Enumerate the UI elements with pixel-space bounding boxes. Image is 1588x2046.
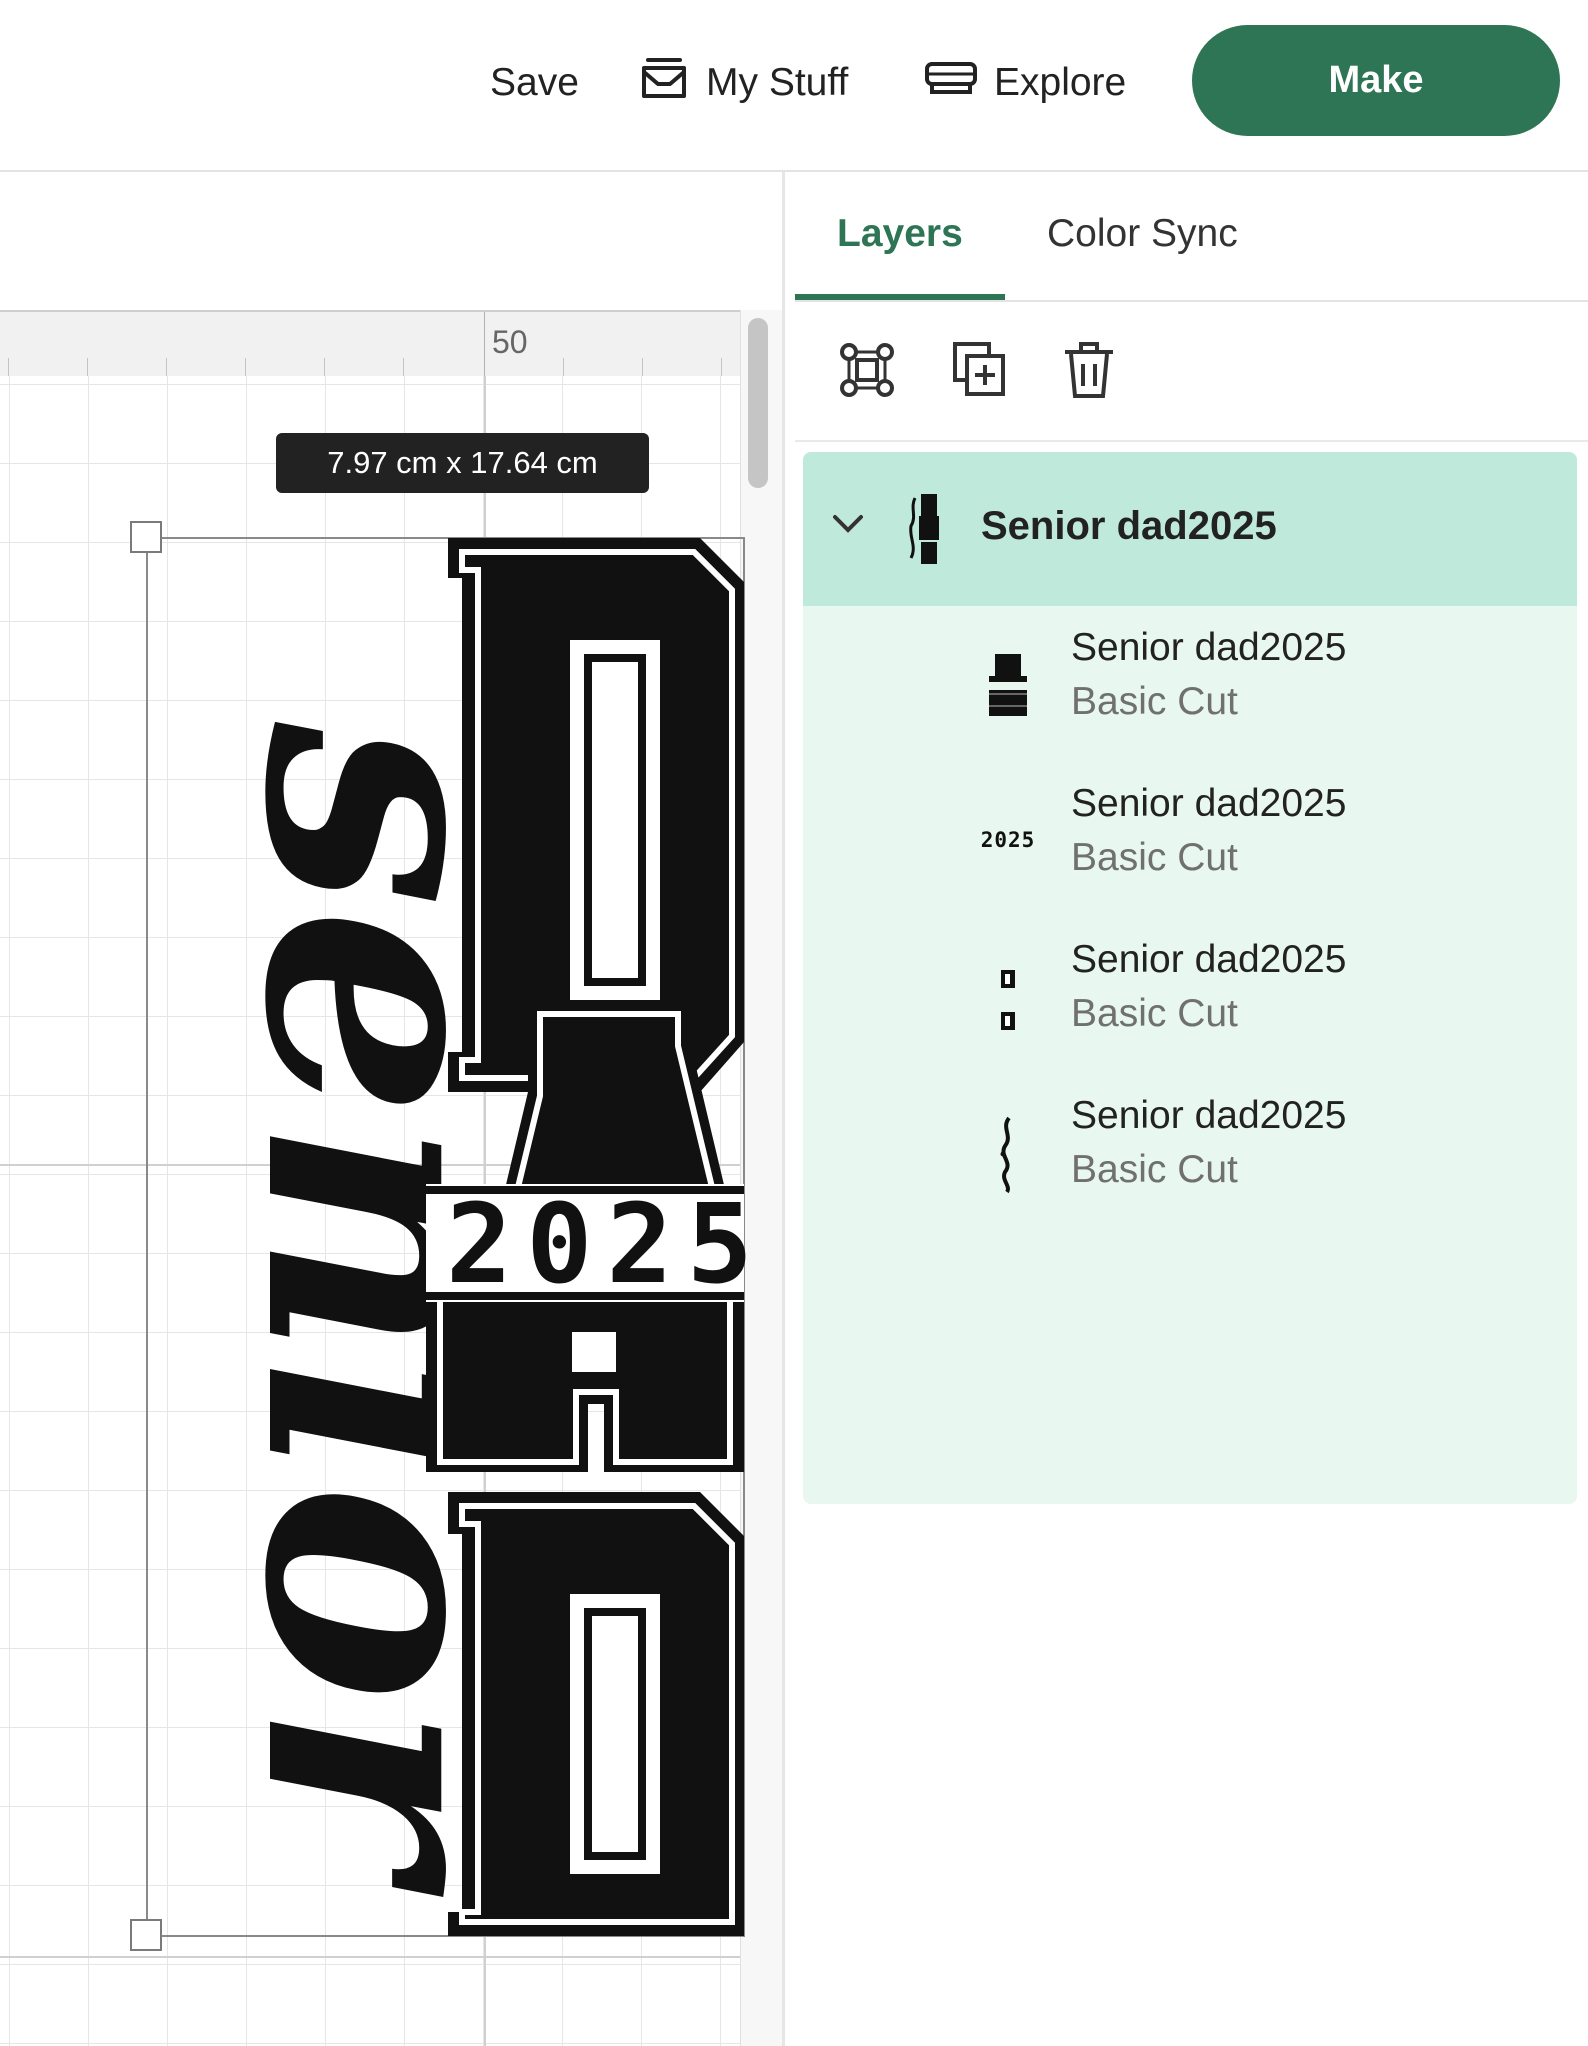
duplicate-icon[interactable]: [951, 340, 1007, 403]
layer-group-header[interactable]: Senior dad2025: [803, 452, 1577, 606]
layer-group: Senior dad2025 Senior dad2025 Basic Cut …: [803, 452, 1577, 1504]
layer-operation: Basic Cut: [1071, 836, 1238, 879]
stacked-shape-thumbnail-icon: [989, 654, 1027, 716]
year-band: 2025: [426, 1180, 767, 1308]
layer-name: Senior dad2025: [1071, 938, 1347, 981]
year-thumbnail-icon: 2025: [973, 790, 1043, 890]
layer-operation: Basic Cut: [1071, 992, 1238, 1035]
layer-row[interactable]: Senior dad2025 Basic Cut: [803, 1074, 1577, 1230]
year-thumbnail-text: 2025: [980, 828, 1036, 852]
layer-name: Senior dad2025: [1071, 626, 1347, 669]
layers-panel: Layers Color Sync Senior dad2025 Senior …: [782, 172, 1588, 2046]
year-text: 2025: [446, 1180, 767, 1308]
dimension-tooltip: 7.97 cm x 17.64 cm: [276, 433, 649, 493]
layer-operation: Basic Cut: [1071, 1148, 1238, 1191]
layer-row[interactable]: Senior dad2025 Basic Cut: [803, 606, 1577, 762]
explore-label: Explore: [994, 61, 1127, 104]
group-icon[interactable]: [837, 340, 897, 405]
d-letters-thumbnail-icon: [1001, 970, 1015, 1030]
resize-handle-top-left: [130, 521, 162, 553]
make-button[interactable]: Make: [1192, 25, 1560, 136]
group-title: Senior dad2025: [981, 504, 1277, 548]
save-label: Save: [490, 61, 579, 104]
top-bar: Save My Stuff Explore Make: [0, 0, 1588, 172]
layer-row[interactable]: 2025 Senior dad2025 Basic Cut: [803, 762, 1577, 918]
explore-button[interactable]: Explore: [924, 58, 1126, 108]
my-stuff-button[interactable]: My Stuff: [638, 58, 848, 108]
delete-icon[interactable]: [1061, 340, 1117, 405]
layer-operation: Basic Cut: [1071, 680, 1238, 723]
chevron-down-icon: [833, 515, 863, 533]
layer-name: Senior dad2025: [1071, 782, 1347, 825]
machine-icon: [924, 60, 994, 106]
my-stuff-label: My Stuff: [706, 61, 849, 104]
layer-row[interactable]: Senior dad2025 Basic Cut: [803, 918, 1577, 1074]
group-thumbnail-icon: [909, 494, 939, 564]
block-letter-d-bottom: [448, 1492, 744, 1936]
layer-name: Senior dad2025: [1071, 1094, 1347, 1137]
design-canvas[interactable]: 50 senior 2025 7.97 cm x 17.64 cm: [0, 172, 782, 2046]
save-button[interactable]: Save: [490, 58, 579, 108]
resize-handle-bottom-left: [130, 1919, 162, 1951]
tab-color-sync[interactable]: Color Sync: [1047, 212, 1238, 256]
tab-layers[interactable]: Layers: [837, 212, 963, 256]
script-senior-thumbnail-icon: [1000, 1116, 1011, 1194]
inbox-icon: [638, 56, 706, 110]
